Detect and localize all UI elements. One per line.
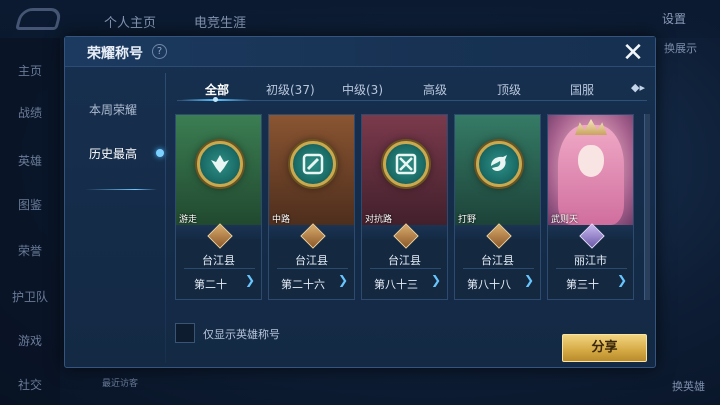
card-rank: 第三十 bbox=[566, 278, 599, 291]
tab-top[interactable]: 顶级 bbox=[497, 81, 521, 98]
game-logo-icon bbox=[15, 8, 63, 30]
tab-profile-home[interactable]: 个人主页 bbox=[104, 12, 156, 31]
close-icon[interactable]: ✕ bbox=[621, 40, 645, 66]
honor-title-dialog: 荣耀称号 ? ✕ 本周荣耀 历史最高 全部 初级(37) 中级(3) 高级 顶级… bbox=[64, 36, 656, 368]
card-rank: 第二十六 bbox=[281, 278, 325, 291]
active-tab-dot bbox=[213, 97, 218, 102]
card-role: 打野 bbox=[458, 215, 477, 225]
chevron-right-icon[interactable]: ❯ bbox=[617, 273, 627, 287]
tab-intermediate[interactable]: 中级(3) bbox=[342, 81, 383, 98]
card-divider bbox=[556, 268, 627, 269]
help-icon[interactable]: ? bbox=[152, 44, 167, 59]
nav-weekly-honor[interactable]: 本周荣耀 bbox=[89, 101, 137, 118]
more-tabs-icon[interactable]: ◆▸ bbox=[631, 81, 645, 94]
card-rank: 第八十三 bbox=[374, 278, 418, 291]
tab-advanced[interactable]: 高级 bbox=[423, 81, 447, 98]
sidebar-item-record[interactable]: 战绩 bbox=[0, 104, 60, 121]
nav-active-indicator bbox=[85, 189, 157, 190]
dialog-title: 荣耀称号 bbox=[87, 46, 143, 62]
card-region: 丽江市 bbox=[574, 254, 607, 267]
mid-lane-emblem-icon bbox=[290, 141, 336, 187]
card-region: 台江县 bbox=[202, 254, 235, 267]
nav-active-dot bbox=[156, 149, 164, 157]
hero-titles-only-checkbox[interactable] bbox=[175, 323, 195, 343]
hero-portrait bbox=[548, 115, 633, 225]
sidebar-item-gallery[interactable]: 图鉴 bbox=[0, 196, 60, 213]
chevron-right-icon[interactable]: ❯ bbox=[524, 273, 534, 287]
recent-visitors-label[interactable]: 最近访客 bbox=[102, 376, 138, 389]
change-display-button[interactable]: 换展示 bbox=[664, 40, 697, 56]
nav-divider bbox=[165, 73, 166, 363]
sidebar-item-guard-team[interactable]: 护卫队 bbox=[0, 288, 60, 305]
sidebar-item-game[interactable]: 游戏 bbox=[0, 332, 60, 349]
chevron-right-icon[interactable]: ❯ bbox=[431, 273, 441, 287]
next-card-peek[interactable] bbox=[644, 114, 650, 300]
card-region: 台江县 bbox=[481, 254, 514, 267]
tab-all[interactable]: 全部 bbox=[205, 81, 229, 98]
card-rank: 第八十八 bbox=[467, 278, 511, 291]
card-divider bbox=[277, 268, 348, 269]
sidebar-item-social[interactable]: 社交 bbox=[0, 376, 60, 393]
background-sidebar bbox=[0, 38, 60, 405]
title-card-mid-lane[interactable]: 中路 台江县 第二十六 ❯ bbox=[268, 114, 355, 300]
tab-esports-career[interactable]: 电竞生涯 bbox=[194, 12, 246, 31]
sidebar-item-home[interactable]: 主页 bbox=[0, 62, 60, 79]
nav-history-best[interactable]: 历史最高 bbox=[89, 145, 137, 162]
sidebar-item-honor[interactable]: 荣誉 bbox=[0, 242, 60, 259]
chevron-right-icon[interactable]: ❯ bbox=[245, 273, 255, 287]
title-card-hero[interactable]: 武则天 丽江市 第三十 ❯ bbox=[547, 114, 634, 300]
title-card-clash-lane[interactable]: 对抗路 台江县 第八十三 ❯ bbox=[361, 114, 448, 300]
card-region: 台江县 bbox=[295, 254, 328, 267]
card-role: 游走 bbox=[179, 215, 198, 225]
card-hero-name: 武则天 bbox=[551, 215, 579, 225]
card-role: 对抗路 bbox=[365, 215, 393, 225]
support-emblem-icon bbox=[197, 141, 243, 187]
card-divider bbox=[184, 268, 255, 269]
tab-national-server[interactable]: 国服 bbox=[570, 81, 594, 98]
card-role: 中路 bbox=[272, 215, 291, 225]
title-card-jungle[interactable]: 打野 台江县 第八十八 ❯ bbox=[454, 114, 541, 300]
card-region: 台江县 bbox=[388, 254, 421, 267]
card-rank: 第二十 bbox=[194, 278, 227, 291]
clash-lane-emblem-icon bbox=[383, 141, 429, 187]
title-card-support[interactable]: 游走 台江县 第二十 ❯ bbox=[175, 114, 262, 300]
card-divider bbox=[463, 268, 534, 269]
sidebar-item-heroes[interactable]: 英雄 bbox=[0, 152, 60, 169]
hero-face bbox=[578, 145, 604, 177]
chevron-right-icon[interactable]: ❯ bbox=[338, 273, 348, 287]
hero-titles-only-label[interactable]: 仅显示英雄称号 bbox=[203, 326, 280, 342]
crown-icon bbox=[575, 119, 607, 135]
card-divider bbox=[370, 268, 441, 269]
tab-beginner[interactable]: 初级(37) bbox=[266, 81, 315, 98]
share-button[interactable]: 分享 bbox=[562, 334, 647, 362]
jungle-emblem-icon bbox=[476, 141, 522, 187]
settings-button[interactable]: 设置 bbox=[662, 10, 686, 27]
change-hero-button[interactable]: 换英雄 bbox=[672, 378, 705, 394]
